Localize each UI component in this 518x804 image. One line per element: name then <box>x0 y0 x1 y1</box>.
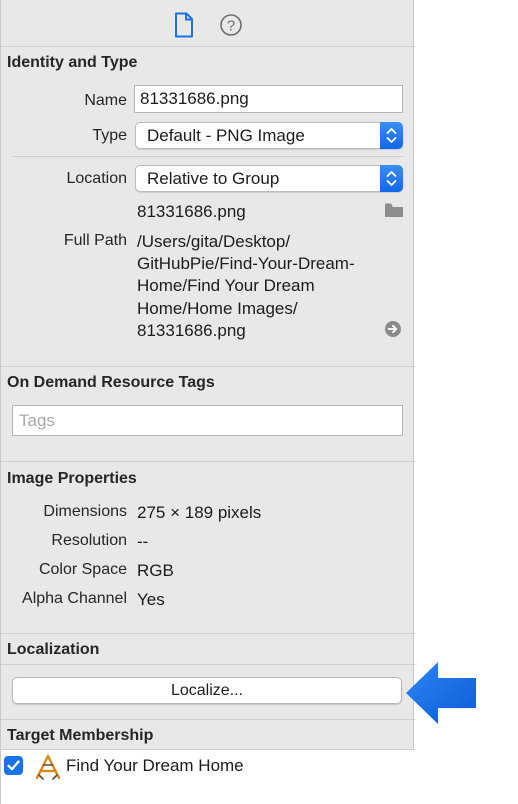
identity-section-title: Identity and Type <box>7 54 138 71</box>
dimensions-value: 275 × 189 pixels <box>137 503 262 522</box>
inspector-tab-bar: ? <box>1 0 415 47</box>
color-space-value: RGB <box>137 561 174 580</box>
section-divider <box>1 461 415 462</box>
name-label: Name <box>84 92 127 109</box>
full-path-line: GitHubPie/Find-Your-Dream- <box>137 254 355 274</box>
identity-divider <box>12 156 403 157</box>
section-divider <box>1 664 415 665</box>
file-name: 81331686.png <box>137 202 246 221</box>
folder-icon[interactable] <box>384 202 404 218</box>
section-divider <box>1 366 415 367</box>
on-demand-section-title: On Demand Resource Tags <box>7 374 215 391</box>
svg-text:?: ? <box>227 18 235 35</box>
chevron-up-down-icon <box>380 122 403 149</box>
full-path-line: Home/Home Images/ <box>137 298 298 318</box>
full-path-line: Home/Find Your Dream <box>137 276 315 296</box>
type-popup[interactable]: Default - PNG Image <box>135 122 403 149</box>
type-popup-value: Default - PNG Image <box>147 126 305 145</box>
location-label: Location <box>66 170 128 187</box>
section-divider <box>1 719 415 720</box>
resolution-value: -- <box>137 532 149 551</box>
resolution-label: Resolution <box>51 532 127 549</box>
target-name: Find Your Dream Home <box>66 756 244 775</box>
target-checkbox[interactable] <box>4 756 23 775</box>
color-space-label: Color Space <box>38 561 127 578</box>
quick-help-icon[interactable]: ? <box>219 12 243 38</box>
full-path-label: Full Path <box>63 232 127 249</box>
full-path-line: /Users/gita/Desktop/ <box>137 232 291 251</box>
image-properties-section-title: Image Properties <box>7 470 137 487</box>
dimensions-label: Dimensions <box>43 503 127 520</box>
app-target-icon <box>34 754 62 780</box>
name-field[interactable]: 81331686.png <box>134 85 403 113</box>
reveal-in-finder-arrow-icon[interactable] <box>384 320 402 338</box>
section-divider <box>1 633 415 634</box>
localize-button[interactable]: Localize... <box>12 677 402 704</box>
type-label: Type <box>92 127 127 144</box>
callout-arrow-icon <box>406 662 476 724</box>
tags-input[interactable]: Tags <box>12 405 403 436</box>
location-popup-value: Relative to Group <box>147 169 280 188</box>
file-inspector-panel: ? Identity and Type Name 81331686.png Ty… <box>0 0 415 804</box>
location-popup[interactable]: Relative to Group <box>135 165 403 192</box>
alpha-channel-value: Yes <box>137 590 165 609</box>
chevron-up-down-icon <box>380 165 403 192</box>
localization-section-title: Localization <box>7 641 100 658</box>
target-membership-list: Find Your Dream Home <box>1 750 415 804</box>
full-path-value: /Users/gita/Desktop/ GitHubPie/Find-Your… <box>137 231 387 342</box>
checkmark-icon <box>7 760 20 771</box>
target-membership-section-title: Target Membership <box>7 727 154 744</box>
full-path-line: 81331686.png <box>137 320 246 340</box>
file-inspector-icon[interactable] <box>172 12 196 38</box>
alpha-channel-label: Alpha Channel <box>22 590 127 607</box>
